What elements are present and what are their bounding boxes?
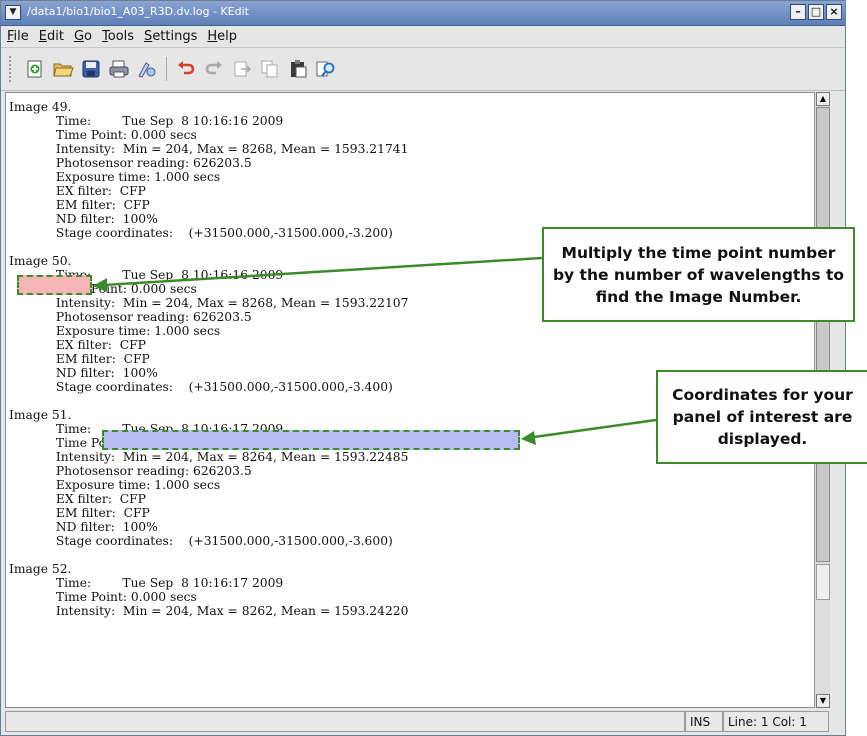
- toolbar: [1, 48, 845, 91]
- spellcheck-icon[interactable]: [135, 57, 159, 81]
- scrollbar-track[interactable]: [816, 107, 830, 562]
- log-line: ND filter: 100%: [9, 520, 158, 534]
- log-line: Photosensor reading: 626203.5: [9, 156, 252, 170]
- log-line: Exposure time: 1.000 secs: [9, 478, 221, 492]
- redo-icon[interactable]: [202, 57, 226, 81]
- status-bar: INS Line: 1 Col: 1: [5, 711, 829, 732]
- menu-edit[interactable]: Edit: [39, 29, 64, 44]
- log-line: ND filter: 100%: [9, 366, 158, 380]
- log-line: EM filter: CFP: [9, 506, 150, 520]
- log-line: Time: Tue Sep 8 10:16:16 2009: [9, 114, 284, 128]
- save-icon[interactable]: [79, 57, 103, 81]
- scroll-down-arrow[interactable]: ▼: [816, 694, 830, 708]
- menu-settings[interactable]: Settings: [144, 29, 197, 44]
- window-title: /data1/bio1/bio1_A03_R3D.dv.log - KEdit: [27, 5, 249, 18]
- status-cursor-position: Line: 1 Col: 1: [723, 711, 829, 732]
- log-line: Time Point: 0.000 secs: [9, 590, 197, 604]
- log-line: Image 51.: [9, 408, 72, 422]
- log-line: Exposure time: 1.000 secs: [9, 324, 221, 338]
- log-line: Stage coordinates: (+31500.000,-31500.00…: [9, 534, 393, 548]
- log-line: Stage coordinates: (+31500.000,-31500.00…: [9, 380, 393, 394]
- cut-icon[interactable]: [230, 57, 254, 81]
- image-number-callout: Multiply the time point number by the nu…: [542, 227, 855, 322]
- close-button[interactable]: ×: [826, 4, 842, 20]
- log-line: EX filter: CFP: [9, 184, 146, 198]
- window-menu-icon[interactable]: ▼: [5, 5, 21, 20]
- log-line: Stage coordinates: (+31500.000,-31500.00…: [9, 226, 393, 240]
- scrollbar-thumb[interactable]: [816, 564, 830, 600]
- open-folder-icon[interactable]: [51, 57, 75, 81]
- new-file-icon[interactable]: [23, 57, 47, 81]
- menu-file[interactable]: File: [7, 29, 29, 44]
- menu-help[interactable]: Help: [207, 29, 237, 44]
- find-icon[interactable]: [314, 57, 338, 81]
- log-line: EX filter: CFP: [9, 492, 146, 506]
- log-line: EM filter: CFP: [9, 198, 150, 212]
- log-line: Photosensor reading: 626203.5: [9, 310, 252, 324]
- log-line: Image 50.: [9, 254, 72, 268]
- log-line: ND filter: 100%: [9, 212, 158, 226]
- toolbar-grip[interactable]: [9, 56, 15, 82]
- status-message: [5, 711, 685, 732]
- stage-coordinates-highlight: [102, 430, 520, 450]
- menu-go[interactable]: Go: [74, 29, 92, 44]
- image-50-highlight: [17, 275, 92, 295]
- minimize-button[interactable]: –: [790, 4, 806, 20]
- print-icon[interactable]: [107, 57, 131, 81]
- scroll-up-arrow[interactable]: ▲: [816, 92, 830, 106]
- log-line: Image 52.: [9, 562, 72, 576]
- log-line: EX filter: CFP: [9, 338, 146, 352]
- log-line: Intensity: Min = 204, Max = 8262, Mean =…: [9, 604, 409, 618]
- status-insert-mode: INS: [685, 711, 723, 732]
- log-line: Exposure time: 1.000 secs: [9, 170, 221, 184]
- kedit-window: ▼ /data1/bio1/bio1_A03_R3D.dv.log - KEdi…: [0, 0, 846, 736]
- maximize-button[interactable]: □: [808, 4, 824, 20]
- coordinates-callout: Coordinates for your panel of interest a…: [656, 370, 867, 464]
- log-line: Image 49.: [9, 100, 72, 114]
- menu-bar: File Edit Go Tools Settings Help: [1, 25, 845, 48]
- title-bar[interactable]: ▼ /data1/bio1/bio1_A03_R3D.dv.log - KEdi…: [1, 1, 845, 26]
- log-line: Time Point: 0.000 secs: [9, 128, 197, 142]
- toolbar-separator: [166, 57, 167, 81]
- log-line: Time: Tue Sep 8 10:16:17 2009: [9, 576, 284, 590]
- paste-icon[interactable]: [286, 57, 310, 81]
- menu-tools[interactable]: Tools: [102, 29, 134, 44]
- log-line: Photosensor reading: 626203.5: [9, 464, 252, 478]
- log-text: Image 49. Time: Tue Sep 8 10:16:16 2009 …: [9, 100, 408, 618]
- log-line: Intensity: Min = 204, Max = 8268, Mean =…: [9, 296, 409, 310]
- log-line: Intensity: Min = 204, Max = 8268, Mean =…: [9, 142, 409, 156]
- log-line: Intensity: Min = 204, Max = 8264, Mean =…: [9, 450, 409, 464]
- log-line: EM filter: CFP: [9, 352, 150, 366]
- undo-icon[interactable]: [174, 57, 198, 81]
- copy-icon[interactable]: [258, 57, 282, 81]
